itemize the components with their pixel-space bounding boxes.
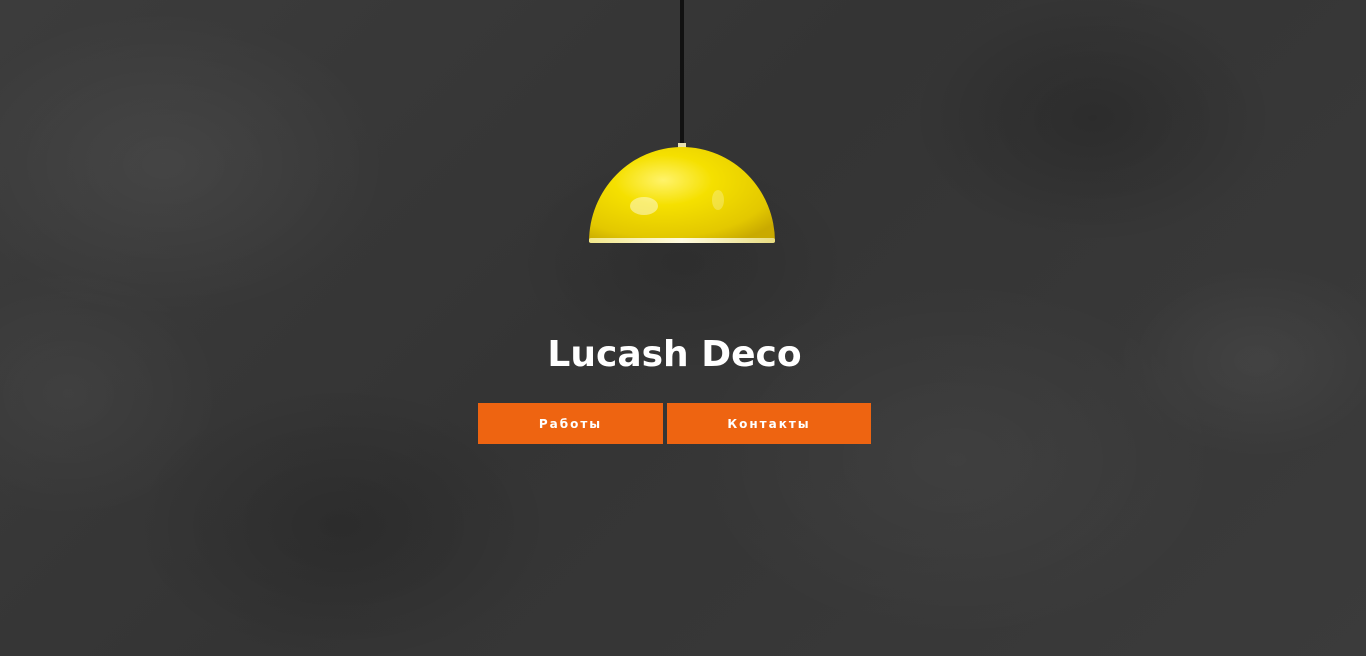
contacts-button[interactable]: Контакты — [667, 403, 871, 444]
hero-section: Lucash Deco Работы Контакты — [0, 0, 1366, 656]
site-title: Lucash Deco — [547, 334, 802, 375]
pendant-lamp-icon — [588, 0, 778, 250]
works-button[interactable]: Работы — [478, 403, 663, 444]
